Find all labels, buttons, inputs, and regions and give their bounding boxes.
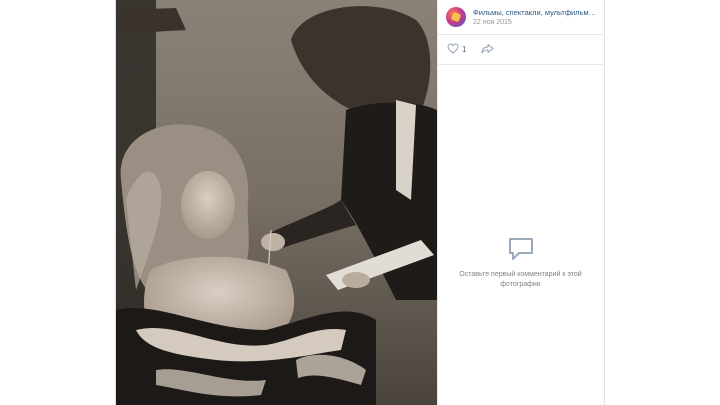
- side-panel: Фильмы, спектакли, мультфильмы... 22 ноя…: [437, 0, 603, 405]
- post-actions: 1: [438, 34, 603, 65]
- photo-image: [116, 0, 437, 405]
- post-header: Фильмы, спектакли, мультфильмы... 22 ноя…: [438, 0, 603, 35]
- empty-comments-text: Оставьте первый комментарий к этой фотог…: [459, 271, 582, 288]
- post-author-link[interactable]: Фильмы, спектакли, мультфильмы...: [473, 8, 599, 17]
- heart-icon[interactable]: [447, 43, 459, 54]
- post-date[interactable]: 22 ноя 2015: [473, 19, 512, 26]
- empty-comments: Оставьте первый комментарий к этой фотог…: [438, 236, 603, 290]
- share-arrow-icon[interactable]: [481, 43, 494, 54]
- like-count: 1: [462, 45, 467, 54]
- avatar-mark: [450, 11, 462, 23]
- comment-bubble-icon: [508, 238, 533, 260]
- photo[interactable]: [116, 0, 437, 405]
- community-avatar-icon[interactable]: [446, 7, 466, 27]
